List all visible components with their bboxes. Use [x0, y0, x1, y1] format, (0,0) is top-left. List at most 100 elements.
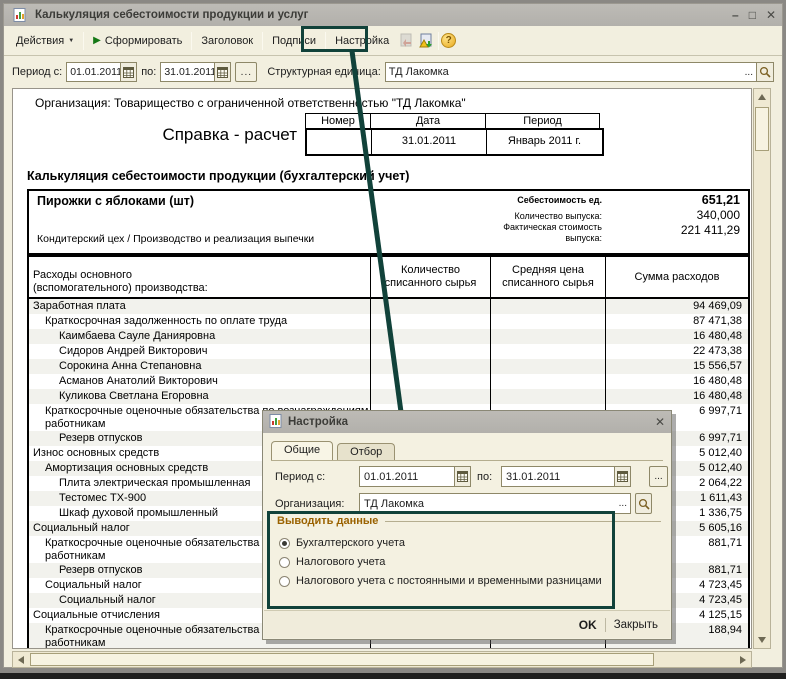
scroll-down-icon[interactable] [758, 637, 766, 643]
amount-cell[interactable]: 94 469,09 [606, 299, 748, 314]
vertical-scroll-thumb[interactable] [755, 107, 769, 151]
table-row[interactable]: Заработная плата 94 469,09 [29, 299, 748, 314]
tab-filter[interactable]: Отбор [337, 443, 395, 460]
amount-cell[interactable]: 16 480,48 [606, 389, 748, 404]
radio-option-0[interactable]: Бухгалтерского учета [279, 537, 602, 549]
table-row[interactable]: Асманов Анатолий Викторович 16 480,48 [29, 374, 748, 389]
table-row[interactable]: Краткосрочная задолженность по оплате тр… [29, 314, 748, 329]
avg-price-cell[interactable] [491, 359, 606, 374]
actual-cost-value: 221 411,29 [610, 223, 740, 238]
expense-label-cell[interactable]: Краткосрочная задолженность по оплате тр… [29, 314, 371, 329]
period-more-button[interactable]: ... [235, 62, 257, 82]
avg-price-cell[interactable] [491, 389, 606, 404]
radio-unselected-icon[interactable] [279, 557, 290, 568]
unit-more-button[interactable]: ... [742, 67, 756, 78]
dialog-period-to-label: по: [477, 471, 492, 483]
amount-cell[interactable]: 16 480,48 [606, 374, 748, 389]
minimize-button[interactable]: – [732, 8, 739, 22]
expense-label-cell[interactable]: Заработная плата [29, 299, 371, 314]
quantity-cell[interactable] [371, 314, 491, 329]
product-name: Пирожки с яблоками (шт) [37, 194, 194, 208]
signatures-button[interactable]: Подписи [265, 31, 323, 51]
toolbar: Действия ▼ ▶ Сформировать Заголовок Подп… [4, 26, 782, 56]
spravka-col-number: Номер [305, 113, 370, 129]
spravka-col-period: Период [485, 113, 600, 129]
maximize-button[interactable]: □ [749, 8, 756, 22]
save-settings-icon[interactable] [416, 31, 436, 51]
toolbar-separator [438, 32, 439, 50]
header-button[interactable]: Заголовок [194, 31, 260, 51]
window-titlebar[interactable]: Калькуляция себестоимости продукции и ус… [4, 4, 782, 26]
close-dialog-button[interactable]: Закрыть [614, 619, 658, 631]
table-row[interactable]: Сидоров Андрей Викторович 22 473,38 [29, 344, 748, 359]
quantity-cell[interactable] [371, 299, 491, 314]
quantity-cell[interactable] [371, 329, 491, 344]
radio-option-1[interactable]: Налогового учета [279, 556, 602, 568]
expense-label-cell[interactable]: Куликова Светлана Егоровна [29, 389, 371, 404]
avg-price-cell[interactable] [491, 374, 606, 389]
horizontal-scroll-thumb[interactable] [30, 653, 654, 666]
avg-price-cell[interactable] [491, 314, 606, 329]
table-row[interactable]: Каимбаева Сауле Данияровна 16 480,48 [29, 329, 748, 344]
dialog-org-search-button[interactable] [635, 493, 652, 514]
amount-cell[interactable]: 22 473,38 [606, 344, 748, 359]
quantity-cell[interactable] [371, 344, 491, 359]
spravka-table: Номер Дата Период 31.01.2011 Январь 2011… [305, 113, 604, 156]
dialog-title: Настройка [288, 416, 655, 428]
calendar-icon[interactable] [120, 63, 136, 81]
spravka-date-value: 31.01.2011 [372, 130, 487, 154]
calendar-icon[interactable] [614, 467, 630, 486]
product-summary-box: Пирожки с яблоками (шт) Кондитерский цех… [27, 189, 750, 255]
amount-cell[interactable]: 15 556,57 [606, 359, 748, 374]
generate-button[interactable]: ▶ Сформировать [86, 31, 189, 51]
toolbar-separator [262, 32, 263, 50]
table-row[interactable]: Куликова Светлана Егоровна 16 480,48 [29, 389, 748, 404]
dialog-org-field[interactable]: ТД Лакомка ... [359, 493, 631, 514]
dialog-titlebar[interactable]: Настройка ✕ [263, 411, 671, 433]
period-to-field[interactable]: 31.01.2011 [160, 62, 231, 82]
amount-cell[interactable]: 87 471,38 [606, 314, 748, 329]
search-icon[interactable] [756, 63, 773, 81]
vertical-scrollbar[interactable] [753, 88, 771, 649]
tab-general[interactable]: Общие [271, 441, 333, 460]
settings-dialog: Настройка ✕ Общие Отбор Период с: 01.01.… [262, 410, 672, 640]
window-title: Калькуляция себестоимости продукции и ус… [35, 9, 732, 21]
quantity-cell[interactable] [371, 389, 491, 404]
avg-price-cell[interactable] [491, 344, 606, 359]
chevron-down-icon: ▼ [68, 38, 74, 44]
dialog-period-to-field[interactable]: 31.01.2011 [501, 466, 631, 487]
ok-button[interactable]: OK [579, 618, 597, 632]
calendar-icon[interactable] [214, 63, 230, 81]
radio-unselected-icon[interactable] [279, 576, 290, 587]
calendar-icon[interactable] [454, 467, 470, 486]
scroll-left-icon[interactable] [18, 656, 24, 664]
radio-option-2[interactable]: Налогового учета с постоянными и временн… [279, 575, 602, 587]
table-row[interactable]: Сорокина Анна Степановна 15 556,57 [29, 359, 748, 374]
expense-label-cell[interactable]: Асманов Анатолий Викторович [29, 374, 371, 389]
unit-field[interactable]: ТД Лакомка ... [385, 62, 774, 82]
settings-button[interactable]: Настройка [328, 31, 396, 51]
expense-label-cell[interactable]: Сидоров Андрей Викторович [29, 344, 371, 359]
scroll-up-icon[interactable] [758, 94, 766, 100]
dialog-org-more-button[interactable]: ... [616, 498, 630, 509]
actions-menu-button[interactable]: Действия ▼ [9, 31, 81, 51]
expense-label-cell[interactable]: Сорокина Анна Степановна [29, 359, 371, 374]
unit-cost-value: 651,21 [610, 193, 740, 208]
quantity-cell[interactable] [371, 374, 491, 389]
dialog-close-button[interactable]: ✕ [655, 415, 665, 429]
help-icon[interactable]: ? [441, 33, 456, 48]
radio-selected-icon[interactable] [279, 538, 290, 549]
scroll-right-icon[interactable] [740, 656, 746, 664]
dialog-period-from-field[interactable]: 01.01.2011 [359, 466, 471, 487]
dialog-period-more-button[interactable]: ... [649, 466, 668, 487]
horizontal-scrollbar[interactable] [12, 651, 752, 668]
avg-price-cell[interactable] [491, 299, 606, 314]
expense-label-cell[interactable]: Каимбаева Сауле Данияровна [29, 329, 371, 344]
close-button[interactable]: ✕ [766, 8, 776, 22]
toolbar-separator [191, 32, 192, 50]
amount-cell[interactable]: 16 480,48 [606, 329, 748, 344]
period-from-field[interactable]: 01.01.2011 [66, 62, 137, 82]
avg-price-cell[interactable] [491, 329, 606, 344]
restore-settings-icon[interactable] [396, 31, 416, 51]
quantity-cell[interactable] [371, 359, 491, 374]
